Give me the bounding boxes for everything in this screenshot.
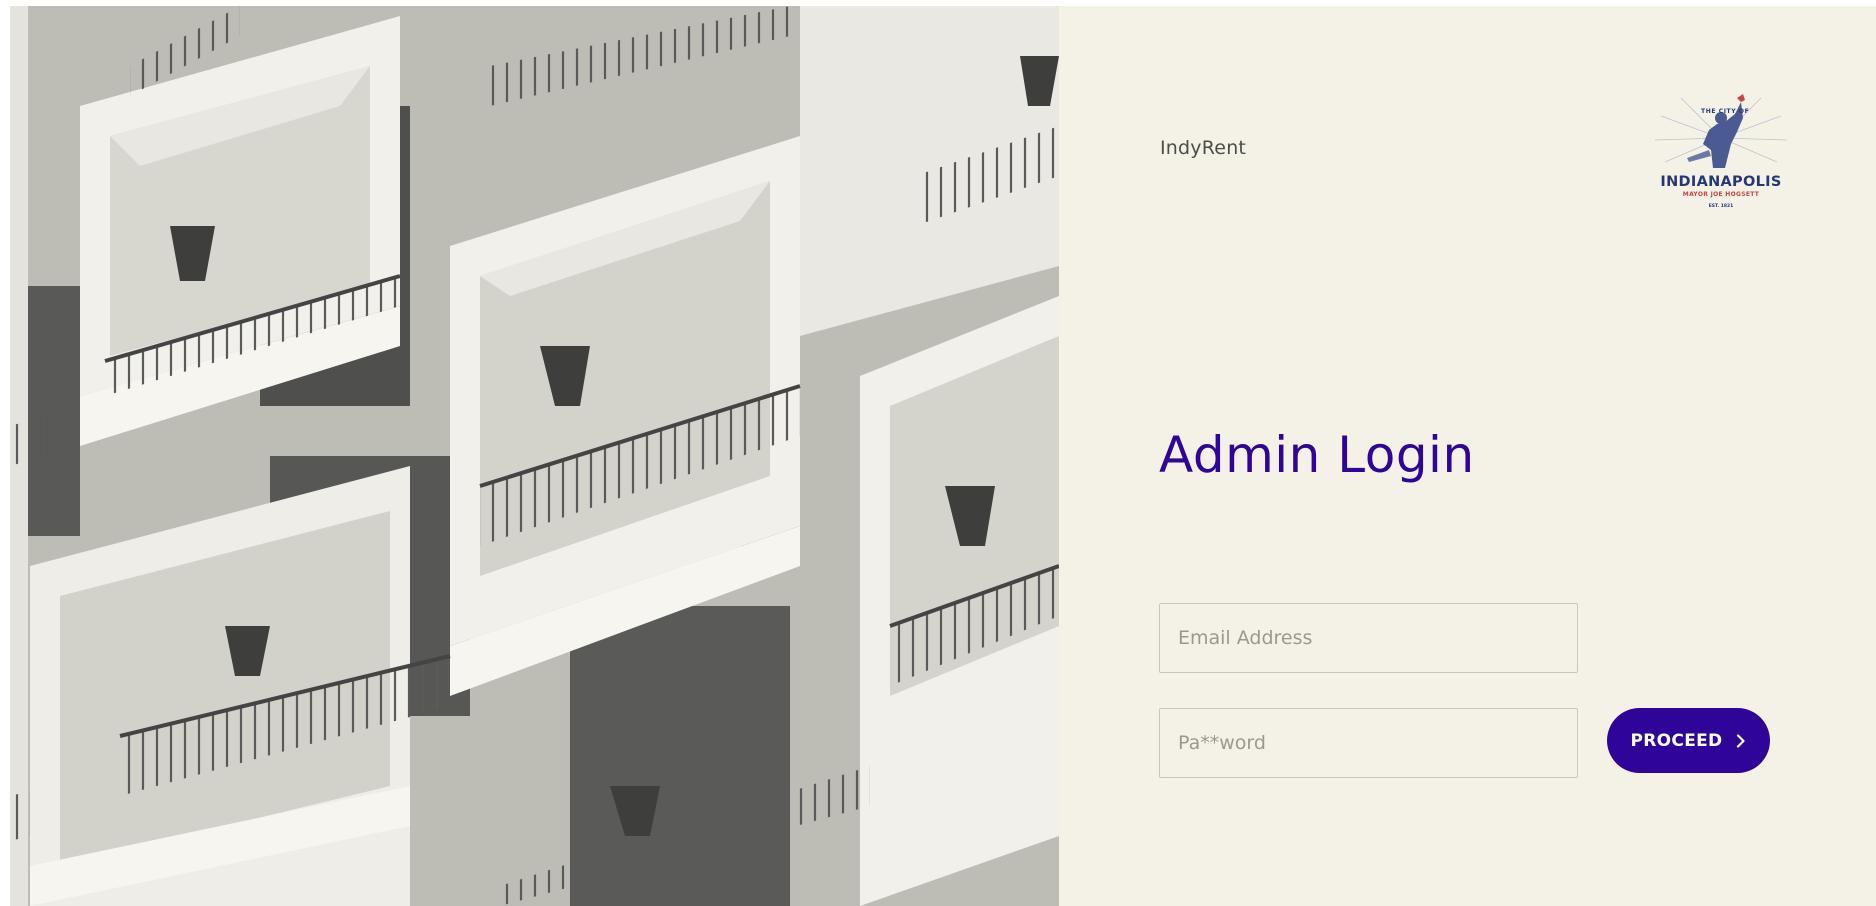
brand-name: IndyRent [1160, 137, 1247, 159]
chevron-right-icon [1737, 733, 1746, 748]
login-panel: IndyRent THE CITY OF INDIANAPOLIS MAYOR … [1059, 6, 1876, 906]
seal-est-text: EST. 1821 [1708, 204, 1734, 209]
seal-top-text: THE CITY OF [1701, 108, 1750, 115]
seal-city-text: INDIANAPOLIS [1660, 174, 1782, 190]
city-seal-icon: THE CITY OF INDIANAPOLIS MAYOR JOE HOGSE… [1651, 88, 1791, 214]
email-field[interactable] [1159, 603, 1578, 673]
building-balconies-photo [10, 6, 1059, 906]
page: IndyRent THE CITY OF INDIANAPOLIS MAYOR … [0, 0, 1876, 906]
seal-mayor-text: MAYOR JOE HOGSETT [1682, 191, 1760, 198]
proceed-label: PROCEED [1630, 730, 1723, 751]
proceed-button[interactable]: PROCEED [1607, 708, 1770, 773]
page-title: Admin Login [1159, 426, 1475, 484]
password-field[interactable] [1159, 708, 1578, 778]
